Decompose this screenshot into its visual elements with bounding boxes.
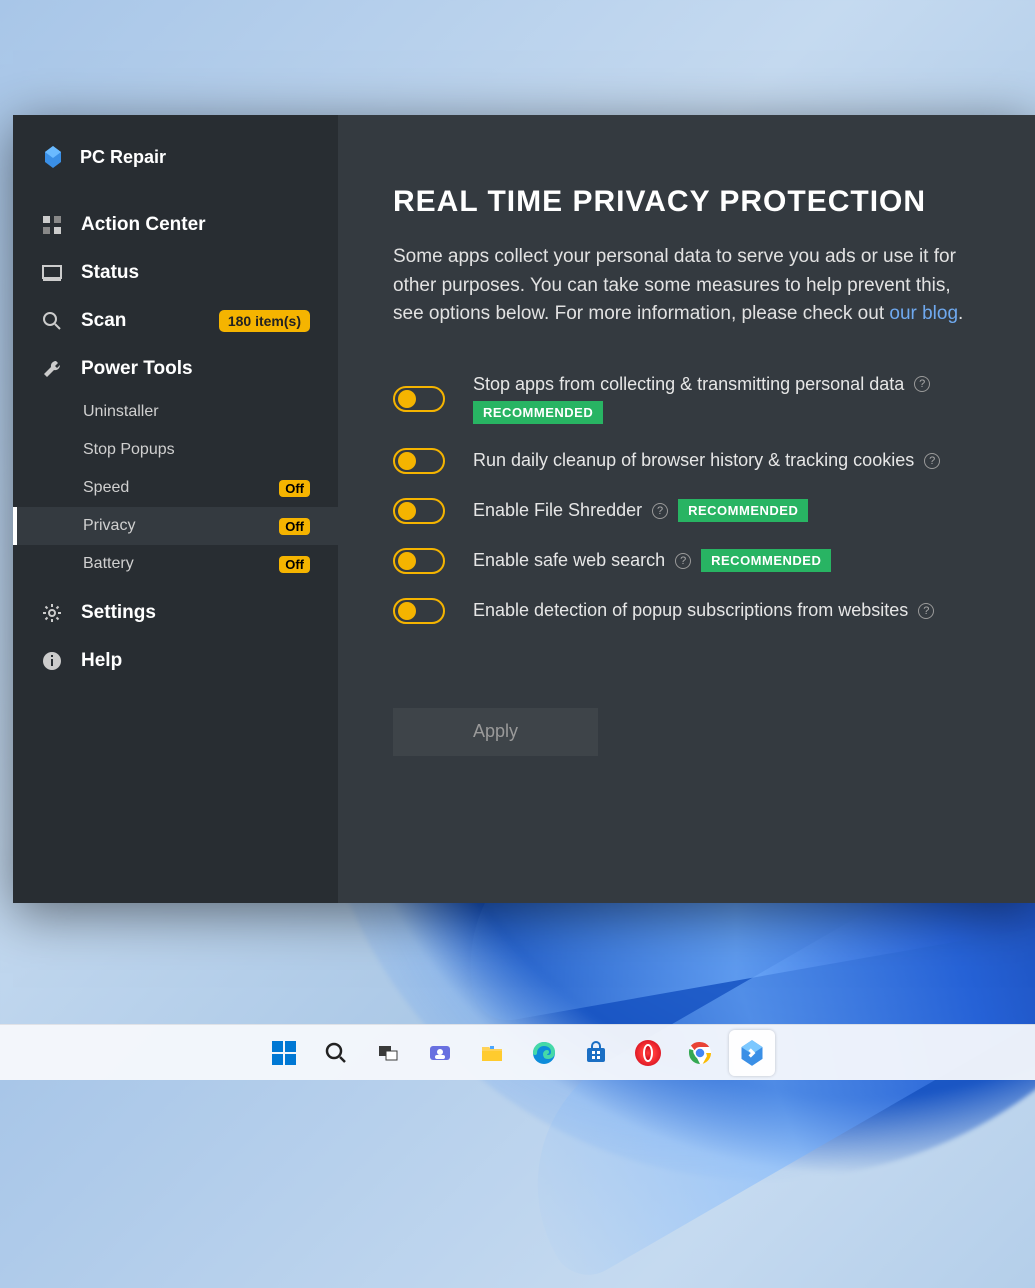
sidebar-item-scan[interactable]: Scan 180 item(s) — [13, 297, 338, 345]
taskbar — [0, 1024, 1035, 1080]
page-title: REAL TIME PRIVACY PROTECTION — [393, 185, 985, 219]
edge-icon — [531, 1040, 557, 1066]
sidebar-item-label: Settings — [81, 602, 156, 624]
sidebar-sub-label: Uninstaller — [83, 403, 159, 421]
teams-button[interactable] — [417, 1030, 463, 1076]
option-label: Enable safe web search — [473, 550, 665, 571]
intro-text-suffix: . — [958, 303, 963, 324]
sidebar-item-power-tools[interactable]: Power Tools — [13, 345, 338, 393]
info-icon — [41, 650, 63, 672]
chrome-icon — [687, 1040, 713, 1066]
sidebar-item-label: Status — [81, 262, 139, 284]
teams-icon — [427, 1040, 453, 1066]
sidebar-item-label: Action Center — [81, 214, 206, 236]
start-button[interactable] — [261, 1030, 307, 1076]
store-button[interactable] — [573, 1030, 619, 1076]
search-icon — [41, 310, 63, 332]
intro-text: Some apps collect your personal data to … — [393, 246, 956, 324]
option-label: Stop apps from collecting & transmitting… — [473, 374, 904, 395]
search-icon — [324, 1041, 348, 1065]
edge-button[interactable] — [521, 1030, 567, 1076]
option-stop-data-collection: Stop apps from collecting & transmitting… — [393, 374, 985, 424]
store-icon — [583, 1040, 609, 1066]
monitor-icon — [41, 262, 63, 284]
page-intro: Some apps collect your personal data to … — [393, 243, 985, 329]
sidebar-sub-label: Speed — [83, 479, 129, 497]
gear-icon — [41, 602, 63, 624]
sidebar-sub-battery[interactable]: Battery Off — [13, 545, 338, 583]
help-icon[interactable]: ? — [924, 453, 940, 469]
main-content: REAL TIME PRIVACY PROTECTION Some apps c… — [338, 115, 1035, 903]
toggle-safe-web-search[interactable] — [393, 548, 445, 574]
scan-badge: 180 item(s) — [219, 310, 310, 332]
windows-logo-icon — [272, 1041, 296, 1065]
app-logo-icon — [41, 145, 65, 169]
help-icon[interactable]: ? — [918, 603, 934, 619]
recommended-tag: RECOMMENDED — [473, 401, 603, 424]
off-chip: Off — [279, 556, 310, 573]
pc-repair-icon — [738, 1039, 766, 1067]
opera-button[interactable] — [625, 1030, 671, 1076]
toggle-popup-detection[interactable] — [393, 598, 445, 624]
sidebar-sub-label: Battery — [83, 555, 134, 573]
help-icon[interactable]: ? — [914, 376, 930, 392]
sidebar-sub-stop-popups[interactable]: Stop Popups — [13, 431, 338, 469]
recommended-tag: RECOMMENDED — [678, 499, 808, 522]
app-title: PC Repair — [80, 147, 166, 168]
option-daily-cleanup: Run daily cleanup of browser history & t… — [393, 448, 985, 474]
opera-icon — [635, 1040, 661, 1066]
sidebar-sub-speed[interactable]: Speed Off — [13, 469, 338, 507]
sidebar-item-action-center[interactable]: Action Center — [13, 201, 338, 249]
app-brand: PC Repair — [13, 140, 338, 201]
sidebar-sub-uninstaller[interactable]: Uninstaller — [13, 393, 338, 431]
grid-icon — [41, 214, 63, 236]
help-icon[interactable]: ? — [675, 553, 691, 569]
help-icon[interactable]: ? — [652, 503, 668, 519]
task-view-icon — [376, 1041, 400, 1065]
sidebar: PC Repair Action Center Status Scan 180 … — [13, 115, 338, 903]
sidebar-item-label: Power Tools — [81, 358, 193, 380]
toggle-stop-data-collection[interactable] — [393, 386, 445, 412]
toggle-daily-cleanup[interactable] — [393, 448, 445, 474]
sidebar-sub-privacy[interactable]: Privacy Off — [13, 507, 338, 545]
wrench-icon — [41, 358, 63, 380]
blog-link[interactable]: our blog — [889, 303, 958, 324]
chrome-button[interactable] — [677, 1030, 723, 1076]
sidebar-sub-label: Stop Popups — [83, 441, 175, 459]
file-explorer-button[interactable] — [469, 1030, 515, 1076]
pc-repair-taskbar-button[interactable] — [729, 1030, 775, 1076]
app-window: PC Repair Action Center Status Scan 180 … — [13, 115, 1035, 903]
search-button[interactable] — [313, 1030, 359, 1076]
folder-icon — [479, 1040, 505, 1066]
off-chip: Off — [279, 480, 310, 497]
option-label: Run daily cleanup of browser history & t… — [473, 450, 914, 471]
sidebar-sub-label: Privacy — [83, 517, 135, 535]
option-label: Enable detection of popup subscriptions … — [473, 600, 908, 621]
toggle-file-shredder[interactable] — [393, 498, 445, 524]
sidebar-item-label: Help — [81, 650, 122, 672]
sidebar-item-label: Scan — [81, 310, 126, 332]
sidebar-item-settings[interactable]: Settings — [13, 589, 338, 637]
task-view-button[interactable] — [365, 1030, 411, 1076]
sidebar-item-help[interactable]: Help — [13, 637, 338, 685]
option-label: Enable File Shredder — [473, 500, 642, 521]
apply-button[interactable]: Apply — [393, 708, 598, 756]
recommended-tag: RECOMMENDED — [701, 549, 831, 572]
off-chip: Off — [279, 518, 310, 535]
option-popup-detection: Enable detection of popup subscriptions … — [393, 598, 985, 624]
sidebar-item-status[interactable]: Status — [13, 249, 338, 297]
option-safe-web-search: Enable safe web search ? RECOMMENDED — [393, 548, 985, 574]
option-file-shredder: Enable File Shredder ? RECOMMENDED — [393, 498, 985, 524]
